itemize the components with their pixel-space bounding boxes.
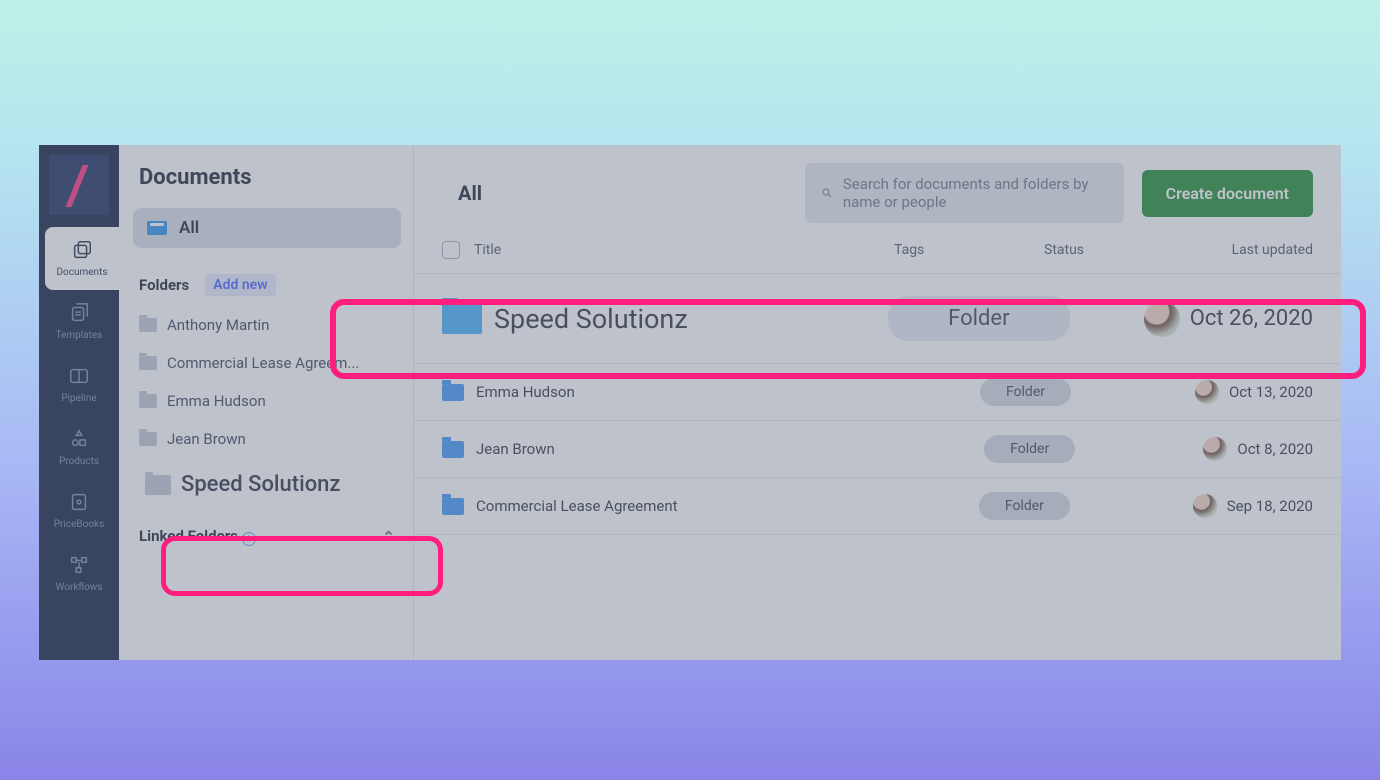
linked-folders-label: Linked Folders <box>139 527 238 545</box>
workflows-icon <box>68 554 90 576</box>
nav-label: Pipeline <box>61 393 96 404</box>
sidebar-all[interactable]: All <box>133 208 401 248</box>
table-row[interactable]: Commercial Lease Agreement Folder Sep 18… <box>414 478 1341 535</box>
create-document-button[interactable]: Create document <box>1142 170 1313 217</box>
app-window: Documents Templates Pipeline Products Pr… <box>39 145 1341 660</box>
sidebar-folder-item[interactable]: Anthony Martin <box>133 306 401 344</box>
avatar <box>1144 301 1180 337</box>
chevron-up-icon: ⌃ <box>382 528 395 546</box>
folder-name: Anthony Martin <box>167 316 269 334</box>
pipeline-icon <box>68 365 90 387</box>
nav-label: PriceBooks <box>54 519 105 530</box>
folder-name: Emma Hudson <box>167 392 266 410</box>
col-updated[interactable]: Last updated <box>1224 242 1313 258</box>
folders-header: Folders Add new <box>133 274 401 296</box>
folder-name: Speed Solutionz <box>181 472 341 497</box>
templates-icon <box>68 302 90 324</box>
folder-icon <box>442 384 464 401</box>
folder-icon <box>145 475 171 495</box>
page-title: Documents <box>133 165 401 190</box>
add-new-button[interactable]: Add new <box>205 274 275 296</box>
row-date: Oct 8, 2020 <box>1237 440 1313 458</box>
row-date: Oct 26, 2020 <box>1190 306 1313 331</box>
tag-pill: Folder <box>979 492 1070 520</box>
row-name: Emma Hudson <box>476 383 856 401</box>
linked-folders-header[interactable]: Linked Folders i ⌃ <box>133 511 401 546</box>
nav-label: Templates <box>56 330 103 341</box>
tag-pill: Folder <box>888 296 1069 341</box>
search-input[interactable]: Search for documents and folders by name… <box>805 163 1124 223</box>
nav-documents[interactable]: Documents <box>45 227 119 290</box>
folder-icon <box>442 498 464 515</box>
table-row[interactable]: Emma Hudson Folder Oct 13, 2020 <box>414 364 1341 421</box>
logo-slash-icon <box>64 165 94 205</box>
table-row[interactable]: Jean Brown Folder Oct 8, 2020 <box>414 421 1341 478</box>
avatar <box>1203 437 1227 461</box>
folder-name: Commercial Lease Agreem... <box>167 354 359 372</box>
nav-label: Documents <box>56 267 107 278</box>
table-row-highlighted[interactable]: Speed Solutionz Folder Oct 26, 2020 <box>414 274 1341 364</box>
folder-icon <box>442 441 464 458</box>
row-name: Commercial Lease Agreement <box>476 497 856 515</box>
tag-pill: Folder <box>984 435 1075 463</box>
sidebar-folder-item[interactable]: Jean Brown <box>133 420 401 458</box>
folder-icon <box>139 394 157 408</box>
select-all-checkbox[interactable] <box>442 241 460 259</box>
nav-rail: Documents Templates Pipeline Products Pr… <box>39 145 119 660</box>
col-title[interactable]: Title <box>474 242 894 258</box>
tray-icon <box>147 221 167 235</box>
search-placeholder: Search for documents and folders by name… <box>843 175 1108 211</box>
nav-pipeline[interactable]: Pipeline <box>39 353 119 416</box>
nav-workflows[interactable]: Workflows <box>39 542 119 605</box>
sidebar: Documents All Folders Add new Anthony Ma… <box>119 145 414 660</box>
pricebooks-icon <box>68 491 90 513</box>
all-label: All <box>179 218 199 238</box>
folder-name: Jean Brown <box>167 430 246 448</box>
folder-icon <box>139 432 157 446</box>
row-date: Sep 18, 2020 <box>1227 497 1313 515</box>
avatar <box>1195 380 1219 404</box>
nav-pricebooks[interactable]: PriceBooks <box>39 479 119 542</box>
main-pane: All Search for documents and folders by … <box>414 145 1341 660</box>
sidebar-folder-item[interactable]: Commercial Lease Agreem... <box>133 344 401 382</box>
sidebar-folder-item[interactable]: Emma Hudson <box>133 382 401 420</box>
table-header: Title Tags Status Last updated <box>414 241 1341 274</box>
documents-icon <box>71 239 93 261</box>
topbar: All Search for documents and folders by … <box>414 145 1341 241</box>
folder-icon <box>442 304 482 334</box>
nav-label: Products <box>59 456 99 467</box>
search-icon <box>821 185 833 201</box>
col-tags[interactable]: Tags <box>894 242 1044 258</box>
app-logo[interactable] <box>49 155 109 215</box>
tab-all[interactable]: All <box>442 181 482 205</box>
folders-label: Folders <box>139 276 189 294</box>
col-status[interactable]: Status <box>1044 242 1224 258</box>
row-date: Oct 13, 2020 <box>1229 383 1313 401</box>
row-name: Jean Brown <box>476 440 856 458</box>
products-icon <box>68 428 90 450</box>
sidebar-folder-item-highlighted[interactable]: Speed Solutionz <box>133 458 401 511</box>
row-name: Speed Solutionz <box>494 303 814 335</box>
tag-pill: Folder <box>980 378 1071 406</box>
avatar <box>1193 494 1217 518</box>
nav-templates[interactable]: Templates <box>39 290 119 353</box>
folder-icon <box>139 318 157 332</box>
info-icon[interactable]: i <box>242 532 256 546</box>
nav-label: Workflows <box>56 582 103 593</box>
nav-products[interactable]: Products <box>39 416 119 479</box>
folder-icon <box>139 356 157 370</box>
